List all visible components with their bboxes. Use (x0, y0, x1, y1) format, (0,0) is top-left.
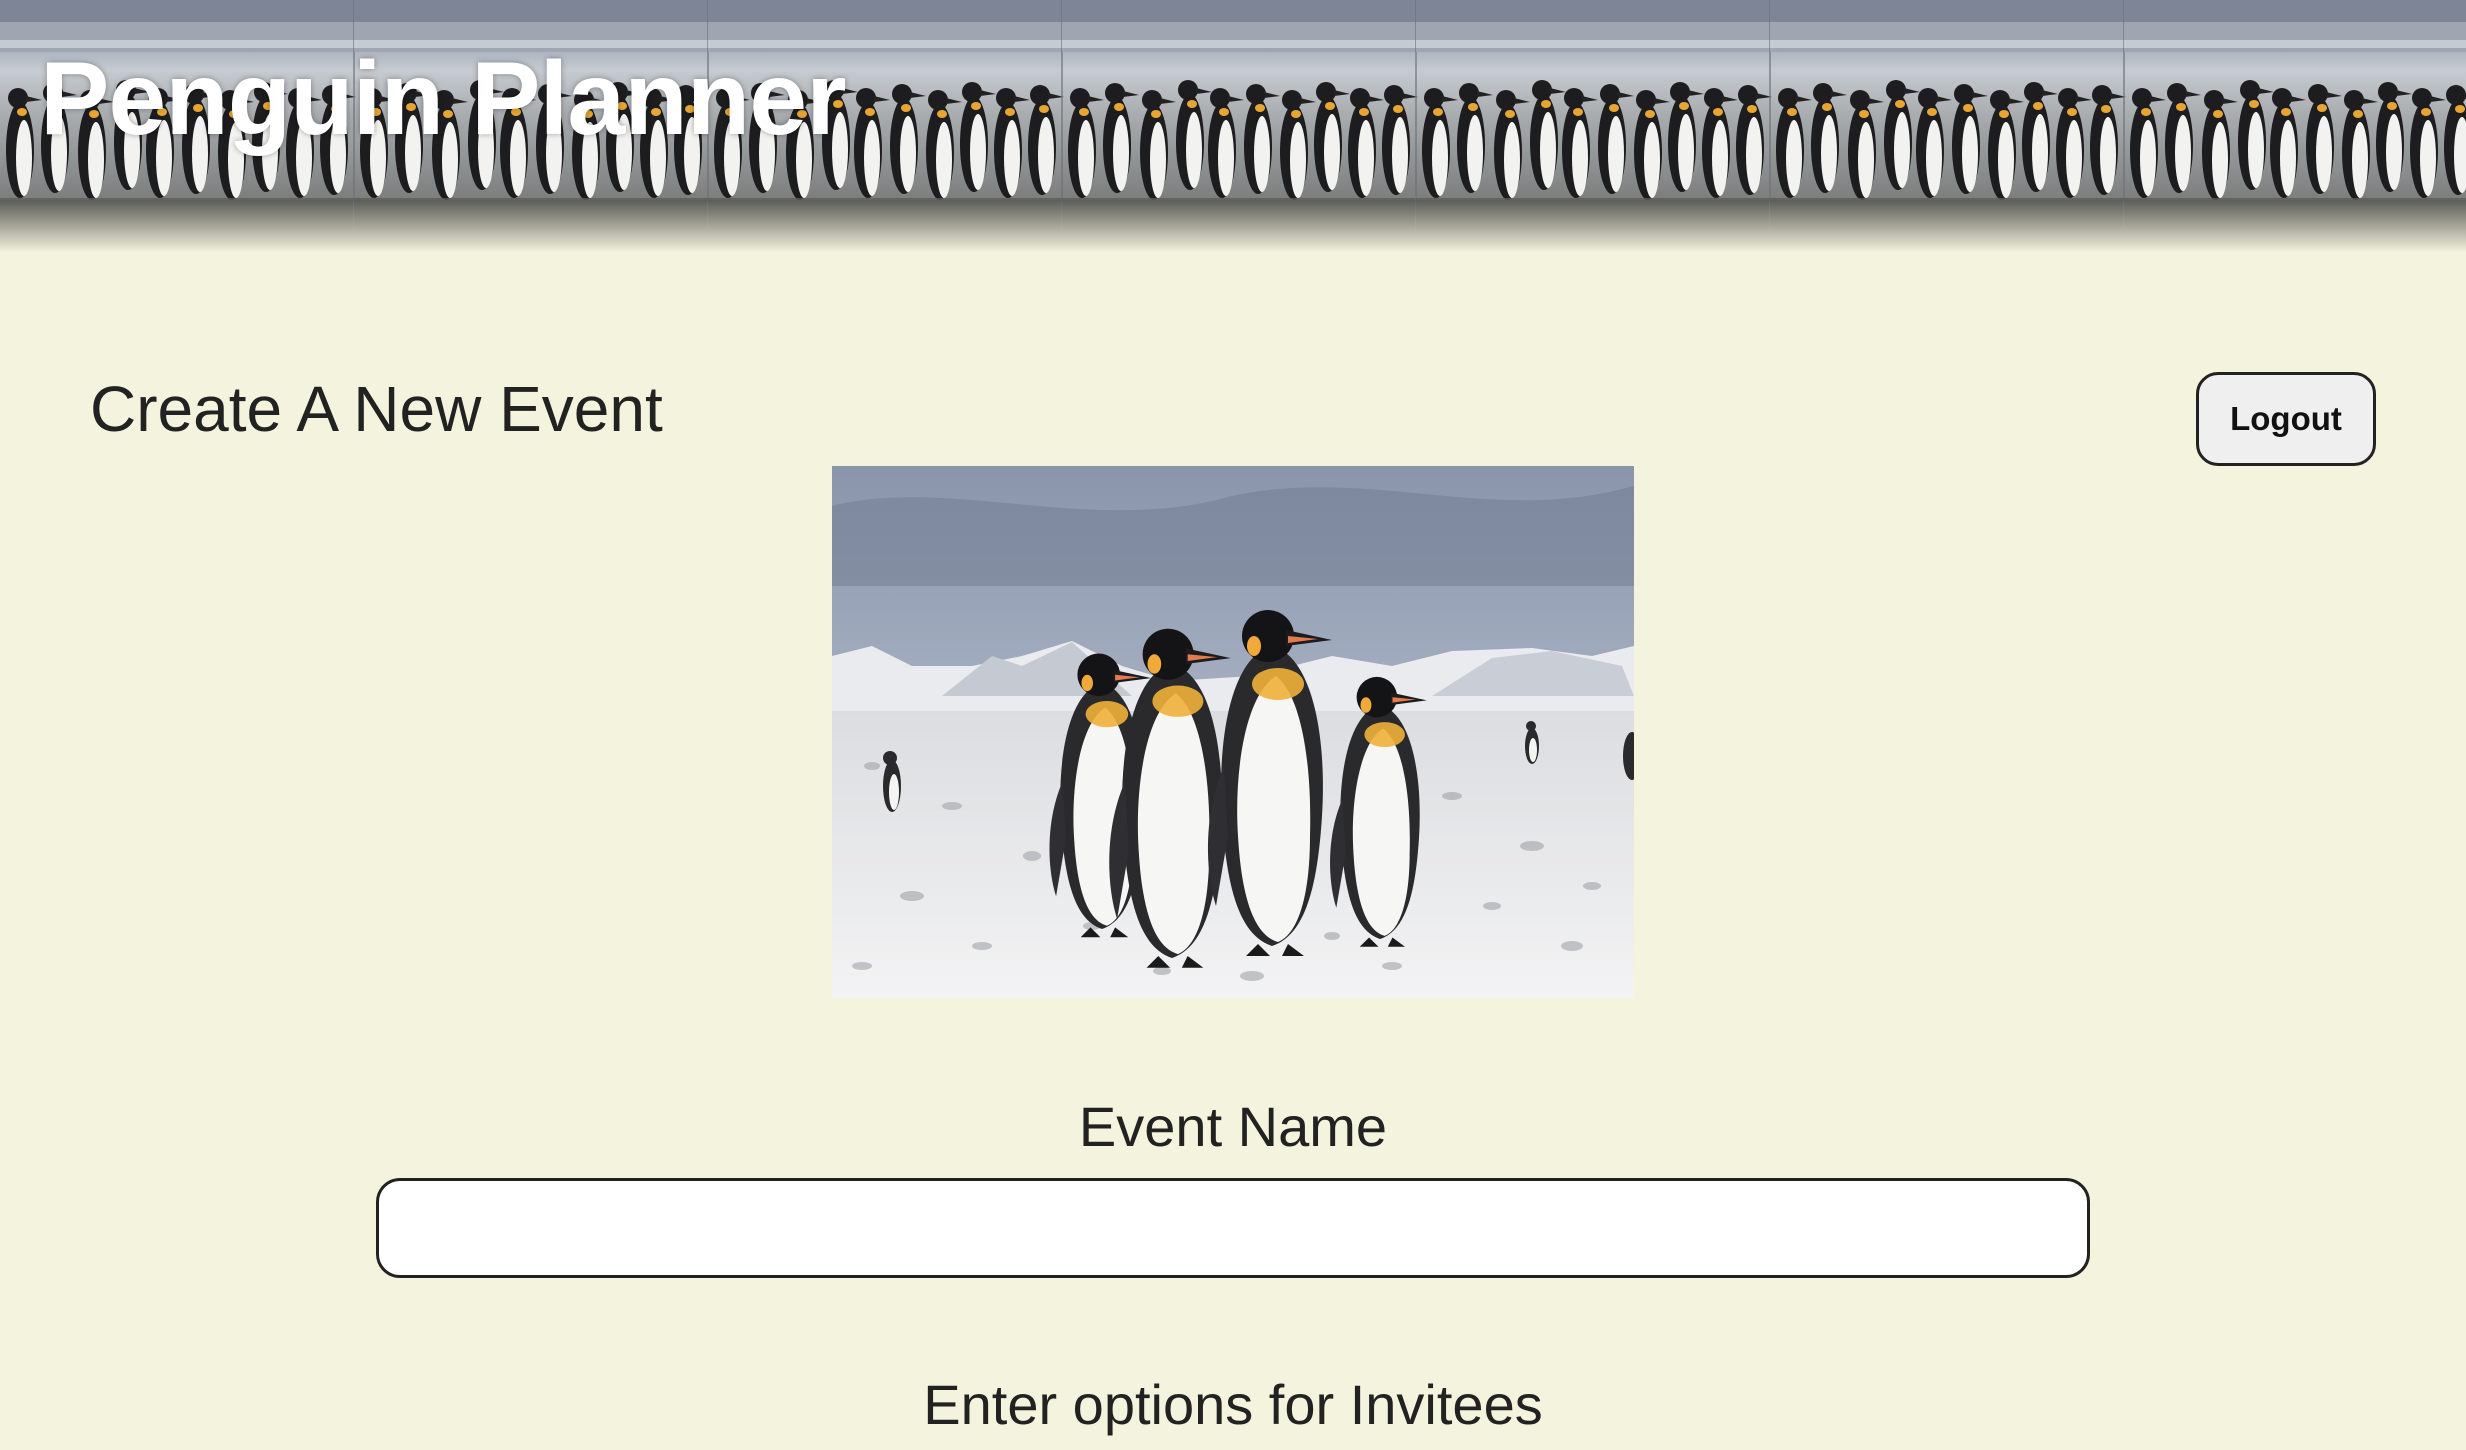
logout-button[interactable]: Logout (2196, 372, 2376, 466)
event-name-input[interactable] (376, 1178, 2090, 1278)
header-banner: Penguin Planner (0, 0, 2466, 252)
banner-shadow (0, 200, 2466, 252)
penguin-photo-icon (832, 466, 1634, 998)
site-title: Penguin Planner (40, 41, 847, 157)
page-title: Create A New Event (90, 373, 663, 445)
penguin-photo (832, 466, 1634, 998)
invitee-options-label: Enter options for Invitees (923, 1373, 1543, 1436)
event-name-label: Event Name (1078, 1095, 1388, 1158)
